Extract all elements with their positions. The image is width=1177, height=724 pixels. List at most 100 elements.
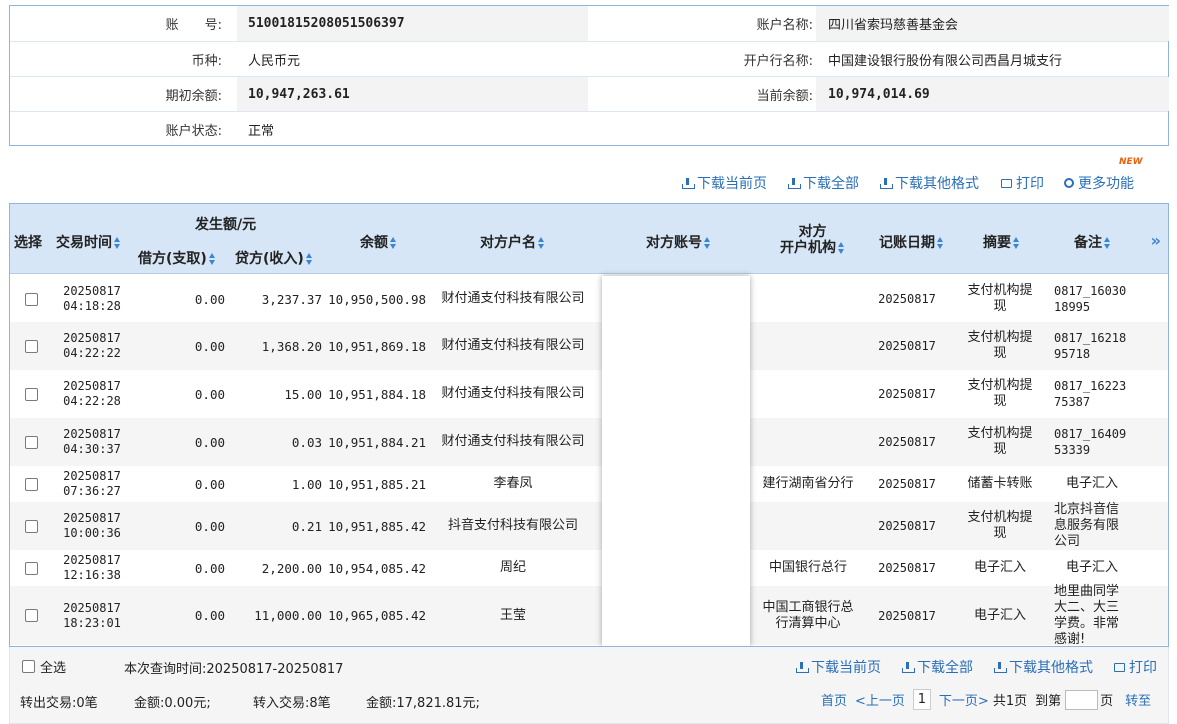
- sort-icon: [1104, 237, 1111, 249]
- footer-download-all-button[interactable]: 下载全部: [902, 657, 973, 677]
- party-name: 抖音支付科技有限公司: [447, 518, 578, 533]
- account-info-panel: 账 号: 51001815208051506397 账户名称: 四川省索玛慈善基…: [9, 5, 1169, 146]
- next-page-link[interactable]: 下一页>: [939, 690, 989, 709]
- balance-amount: 10,951,884.18: [328, 386, 426, 402]
- print-button[interactable]: 打印: [1001, 173, 1044, 193]
- goto-suffix: 页: [1100, 694, 1114, 709]
- party-name: 李春凤: [493, 476, 533, 491]
- summary: 支付机构提现: [967, 330, 1033, 361]
- txn-time: 20250817 04:22:22: [63, 331, 121, 360]
- debit-amount: 0.00: [194, 476, 225, 492]
- header-party-bank[interactable]: 对方 开户机构: [780, 224, 845, 256]
- summary: 支付机构提现: [967, 283, 1033, 314]
- more-functions-button[interactable]: 更多功能: [1064, 173, 1134, 193]
- download-page-button[interactable]: 下载当前页: [682, 173, 767, 193]
- party-bank: 中国银行总行: [768, 560, 847, 575]
- first-page-link[interactable]: 首页: [821, 690, 847, 709]
- account-name-value: 四川省索玛慈善基金会: [828, 18, 959, 33]
- download-icon: [796, 661, 809, 673]
- post-date: 20250817: [878, 339, 936, 353]
- header-party-account[interactable]: 对方账号: [646, 232, 711, 252]
- balance-amount: 10,951,885.42: [328, 518, 426, 534]
- row-checkbox[interactable]: [24, 339, 38, 353]
- row-checkbox[interactable]: [24, 561, 38, 575]
- balance-amount: 10,951,884.21: [328, 434, 426, 450]
- header-remark[interactable]: 备注: [1074, 232, 1111, 252]
- credit-amount: 0.21: [291, 518, 322, 534]
- header-debit[interactable]: 借方(支取): [138, 248, 216, 268]
- remark: 地里曲同学大二、大三学费。非常感谢!: [1054, 583, 1120, 647]
- header-party-name[interactable]: 对方户名: [480, 232, 545, 252]
- toolbar: 下载当前页 下载全部 下载其他格式 打印 更多功能 NEW: [9, 152, 1169, 200]
- in-txn-amount: 金额:17,821.81元;: [366, 696, 480, 711]
- header-post-date[interactable]: 记账日期: [879, 232, 944, 252]
- sort-icon: [1013, 237, 1020, 249]
- balance-amount: 10,965,085.42: [328, 608, 426, 623]
- balance-amount: 10,951,869.18: [328, 338, 426, 354]
- bank-value: 中国建设银行股份有限公司西昌月城支行: [828, 53, 1063, 69]
- current-page[interactable]: 1: [912, 689, 931, 710]
- debit-amount: 0.00: [194, 434, 225, 450]
- table-row: 20250817 04:22:28 0.00 15.00 10,951,884.18 财付…: [10, 370, 1168, 418]
- status-label: 账户状态:: [165, 123, 222, 139]
- debit-amount: 0.00: [194, 291, 225, 307]
- table-footer: 全选 本次查询时间:20250817-20250817 下载当前页 下载全部 下…: [9, 647, 1169, 724]
- select-all-checkbox[interactable]: [22, 660, 35, 673]
- table-row: 20250817 10:00:36 0.00 0.21 10,951,885.42 抖音支…: [10, 502, 1168, 550]
- out-txn-count: 转出交易:0笔: [20, 696, 98, 711]
- footer-download-page-button[interactable]: 下载当前页: [796, 657, 881, 677]
- debit-amount: 0.00: [194, 518, 225, 534]
- status-value: 正常: [248, 123, 275, 139]
- info-row-account: 账 号: 51001815208051506397 账户名称: 四川省索玛慈善基…: [10, 6, 1169, 41]
- print-icon: [1001, 178, 1012, 188]
- goto-button[interactable]: 转至: [1125, 690, 1151, 709]
- sort-icon: [208, 253, 216, 265]
- row-checkbox[interactable]: [24, 477, 38, 491]
- header-summary[interactable]: 摘要: [983, 232, 1020, 252]
- goto-page-input[interactable]: [1065, 689, 1099, 710]
- row-select-cell: [10, 502, 52, 550]
- txn-time: 20250817 04:18:28: [63, 284, 121, 313]
- header-time[interactable]: 交易时间: [56, 232, 121, 252]
- remark: 电子汇入: [1065, 476, 1118, 491]
- debit-amount: 0.00: [194, 338, 225, 354]
- header-credit[interactable]: 贷方(收入): [235, 248, 313, 268]
- sort-icon: [937, 237, 944, 249]
- party-name: 周纪: [499, 560, 526, 575]
- row-checkbox[interactable]: [24, 387, 38, 401]
- row-checkbox[interactable]: [24, 435, 38, 449]
- txn-time: 20250817 18:23:01: [63, 600, 121, 630]
- prev-page-link[interactable]: <上一页: [855, 690, 905, 709]
- post-date: 20250817: [878, 608, 936, 623]
- download-all-button[interactable]: 下载全部: [788, 173, 859, 193]
- row-checkbox[interactable]: [24, 292, 38, 306]
- footer-print-button[interactable]: 打印: [1114, 657, 1157, 677]
- party-name: 财付通支付科技有限公司: [441, 434, 585, 449]
- txn-time: 20250817 12:16:38: [63, 553, 121, 582]
- row-checkbox[interactable]: [24, 609, 38, 622]
- sort-icon: [538, 237, 545, 249]
- more-columns-icon[interactable]: »: [1151, 231, 1161, 250]
- credit-amount: 1,368.20: [261, 338, 322, 354]
- post-date: 20250817: [878, 292, 936, 306]
- credit-amount: 15.00: [284, 386, 322, 402]
- header-select: 选择: [14, 235, 42, 251]
- table-row: 20250817 18:23:01 0.00 11,000.00 10,965,085.…: [10, 583, 1168, 647]
- sort-icon: [704, 237, 711, 249]
- row-select-cell: [10, 276, 52, 322]
- header-balance[interactable]: 余额: [360, 232, 397, 252]
- party-bank: [762, 418, 854, 466]
- footer-download-other-button[interactable]: 下载其他格式: [994, 657, 1093, 677]
- select-all[interactable]: 全选: [22, 657, 66, 676]
- sort-icon: [390, 237, 397, 249]
- summary: 储蓄卡转账: [967, 476, 1033, 491]
- debit-amount: 0.00: [194, 560, 225, 576]
- party-bank: [762, 502, 854, 550]
- print-icon: [1114, 662, 1125, 672]
- download-other-button[interactable]: 下载其他格式: [880, 173, 979, 193]
- post-date: 20250817: [878, 477, 936, 491]
- header-amount-group: 发生额/元: [195, 217, 257, 233]
- txn-time: 20250817 04:30:37: [63, 427, 121, 456]
- row-checkbox[interactable]: [24, 519, 38, 533]
- download-icon: [682, 177, 695, 189]
